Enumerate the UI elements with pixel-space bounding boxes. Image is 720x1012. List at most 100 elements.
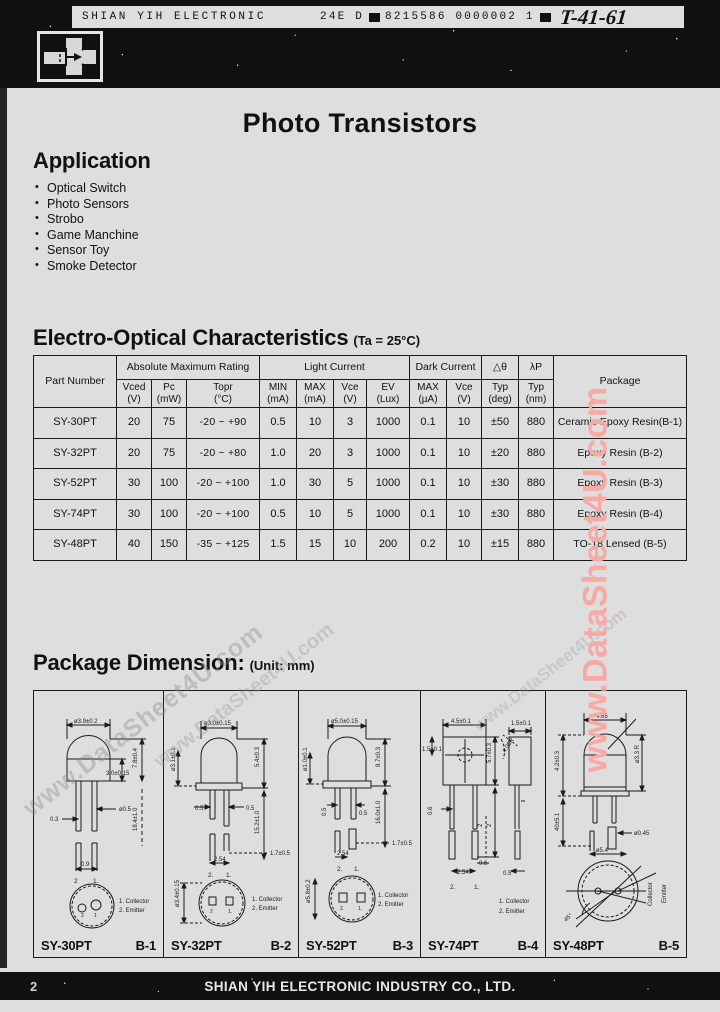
- package-part-label: SY-30PT: [41, 938, 92, 953]
- dim-side-width: 1.5±0.1: [511, 721, 532, 727]
- dim-lead-left: 0.5: [195, 806, 204, 812]
- electro-optical-characteristics-table: Part Number Absolute Maximum Rating Ligh…: [33, 355, 687, 561]
- cell-lc-max: 20: [296, 437, 334, 469]
- package-code-label: B-3: [392, 938, 414, 953]
- table-row: SY-32PT 20 75 -20 ~ +80 1.0 20 3 1000 0.…: [33, 437, 687, 469]
- film-code-text: 24E D: [320, 11, 365, 23]
- unit-dth-label: Typ: [491, 382, 509, 393]
- col-lambda-p: λP: [518, 355, 554, 380]
- table-row: SY-48PT 40 150 -35 ~ +125 1.5 15 10 200 …: [33, 529, 687, 561]
- dim-lead-length: 15.2±1.0: [255, 810, 261, 834]
- cell-vced: 30: [116, 468, 152, 500]
- package-footer-b4: SY-74PT B-4: [421, 938, 545, 953]
- microfilm-header-strip: SHIAN YIH ELECTRONIC 24E D 8215586 00000…: [72, 5, 684, 29]
- cell-dc-max: 0.2: [409, 529, 447, 561]
- cell-package: Epoxy Resin (B-3): [553, 468, 687, 500]
- package-footer-b3: SY-52PT B-3: [299, 938, 420, 953]
- package-cell-b2: ø3.0±0.15 ø3.1±0.1 0.5 0.5 5.4±0.3 15.2±…: [164, 691, 299, 957]
- bottom-pin-2: 2: [210, 909, 213, 915]
- film-company-text: SHIAN YIH ELECTRONIC: [82, 11, 267, 23]
- dim-pitch: 0.9: [81, 862, 90, 868]
- dim-width: 4.65: [596, 714, 608, 720]
- unit-dc-vce-unit: (V): [457, 393, 471, 405]
- cell-lc-vce: 10: [333, 529, 367, 561]
- pin-legend-emitter: Emitter: [662, 884, 668, 903]
- dim-base-dia: ø5.8±0.2: [306, 879, 312, 903]
- cell-pc: 75: [151, 437, 187, 469]
- unit-lc-vce-unit: (V): [343, 393, 357, 405]
- unit-pc-unit: (mW): [156, 393, 182, 405]
- cell-dc-vce: 10: [446, 529, 482, 561]
- dim-pitch: 2.54: [214, 857, 226, 863]
- list-item: Photo Sensors: [33, 196, 151, 213]
- dim-lead-width: ø0.5: [119, 807, 132, 813]
- col-absolute-max-rating: Absolute Maximum Rating: [116, 355, 260, 380]
- cell-lp: 880: [518, 407, 554, 439]
- dim-body-height: 5.7±0.3: [487, 742, 493, 763]
- table-row: SY-52PT 30 100 -20 ~ +100 1.0 30 5 1000 …: [33, 468, 687, 500]
- pin-legend-collector: 1. Collector: [119, 899, 149, 905]
- dim-lead-right: 0.5: [359, 811, 368, 817]
- cell-lp: 880: [518, 468, 554, 500]
- dim-seat: 1.7±0.5: [392, 841, 413, 847]
- package-drawing-sy30pt: ø3.9±0.2 3.0±0.15 7.8±0.4 18.4±1.0 ø0.5 …: [50, 719, 149, 929]
- dim-lens-radius: ø3.3 R: [635, 744, 641, 763]
- cell-topr: -35 ~ +125: [186, 529, 260, 561]
- col-delta-theta: △θ: [481, 355, 519, 380]
- pin-legend-collector: 1. Collector: [378, 893, 408, 899]
- dim-base-dia: ø5.4: [596, 848, 609, 854]
- bottom-pin-2: 2: [81, 913, 84, 919]
- dim-flange: ø1.0±0.1: [303, 747, 309, 771]
- page-number: 2: [30, 978, 38, 994]
- dim-pitch: 2.54: [457, 870, 469, 876]
- cell-dc-vce: 10: [446, 498, 482, 530]
- package-cell-b1: ø3.9±0.2 3.0±0.15 7.8±0.4 18.4±1.0 ø0.5 …: [34, 691, 164, 957]
- pin-legend-collector: 1. Collector: [252, 897, 282, 903]
- cell-lc-min: 0.5: [259, 498, 297, 530]
- cell-topr: -20 ~ +100: [186, 498, 260, 530]
- dim-lead-right: 0.5: [246, 806, 255, 812]
- unit-lc-vce: Vce (V): [333, 379, 367, 408]
- unit-topr-unit: (°C): [214, 393, 232, 405]
- dim-lead-left: 0.5: [322, 807, 328, 816]
- cell-topr: -20 ~ +90: [186, 407, 260, 439]
- package-code-label: B-5: [658, 938, 680, 953]
- cell-dth: ±15: [481, 529, 519, 561]
- pin-number-2: 2: [74, 878, 78, 885]
- cell-lc-min: 1.0: [259, 437, 297, 469]
- dim-body-height: 5.4±0.3: [255, 746, 261, 767]
- dim-pitch: 2.54: [337, 851, 349, 857]
- cell-pc: 150: [151, 529, 187, 561]
- cell-lp: 880: [518, 529, 554, 561]
- pin-number-1: 1.: [226, 872, 232, 879]
- pin-number-1: 1.: [354, 866, 360, 873]
- package-drawing-sy32pt: ø3.0±0.15 ø3.1±0.1 0.5 0.5 5.4±0.3 15.2±…: [171, 721, 291, 927]
- cell-topr: -20 ~ +100: [186, 468, 260, 500]
- dim-flange: ø3.1±0.1: [171, 747, 177, 771]
- dim-lead-offset: 0.3: [50, 817, 59, 823]
- cell-lc-min: 1.0: [259, 468, 297, 500]
- unit-dc-max-unit: (µA): [418, 393, 438, 405]
- application-heading: Application: [33, 148, 151, 173]
- cell-package: Ceramic Epoxy Resin(B-1): [553, 407, 687, 439]
- cell-lc-max: 15: [296, 529, 334, 561]
- unit-lp-label: Typ: [527, 382, 545, 393]
- list-item: Sensor Toy: [33, 242, 151, 259]
- cell-dc-max: 0.1: [409, 468, 447, 500]
- package-dimension-heading: Package Dimension:: [33, 650, 245, 675]
- cell-pc: 100: [151, 468, 187, 500]
- list-item: Game Manchine: [33, 227, 151, 244]
- package-cell-b4: 4.5±0.1 1.5±0.1 1.5±0.1 4.05R 5.7±0.3 2 …: [421, 691, 546, 957]
- pin-number-1: 1.: [93, 878, 99, 885]
- unit-dc-vce-label: Vce: [455, 382, 473, 393]
- cell-lc-max: 10: [296, 407, 334, 439]
- table-row: SY-30PT 20 75 -20 ~ +90 0.5 10 3 1000 0.…: [33, 407, 687, 439]
- barcode-block-icon-2: [539, 12, 551, 22]
- package-dimension-heading-row: Package Dimension: (Unit: mm): [33, 650, 315, 676]
- cell-dth: ±20: [481, 437, 519, 469]
- cell-ev: 1000: [366, 407, 410, 439]
- page-footer-band: 2 SHIAN YIH ELECTRONIC INDUSTRY CO., LTD…: [0, 972, 720, 1000]
- characteristics-condition: (Ta = 25°C): [353, 333, 421, 348]
- dim-width: ø3.0±0.15: [204, 721, 232, 727]
- cell-part: SY-48PT: [33, 529, 117, 561]
